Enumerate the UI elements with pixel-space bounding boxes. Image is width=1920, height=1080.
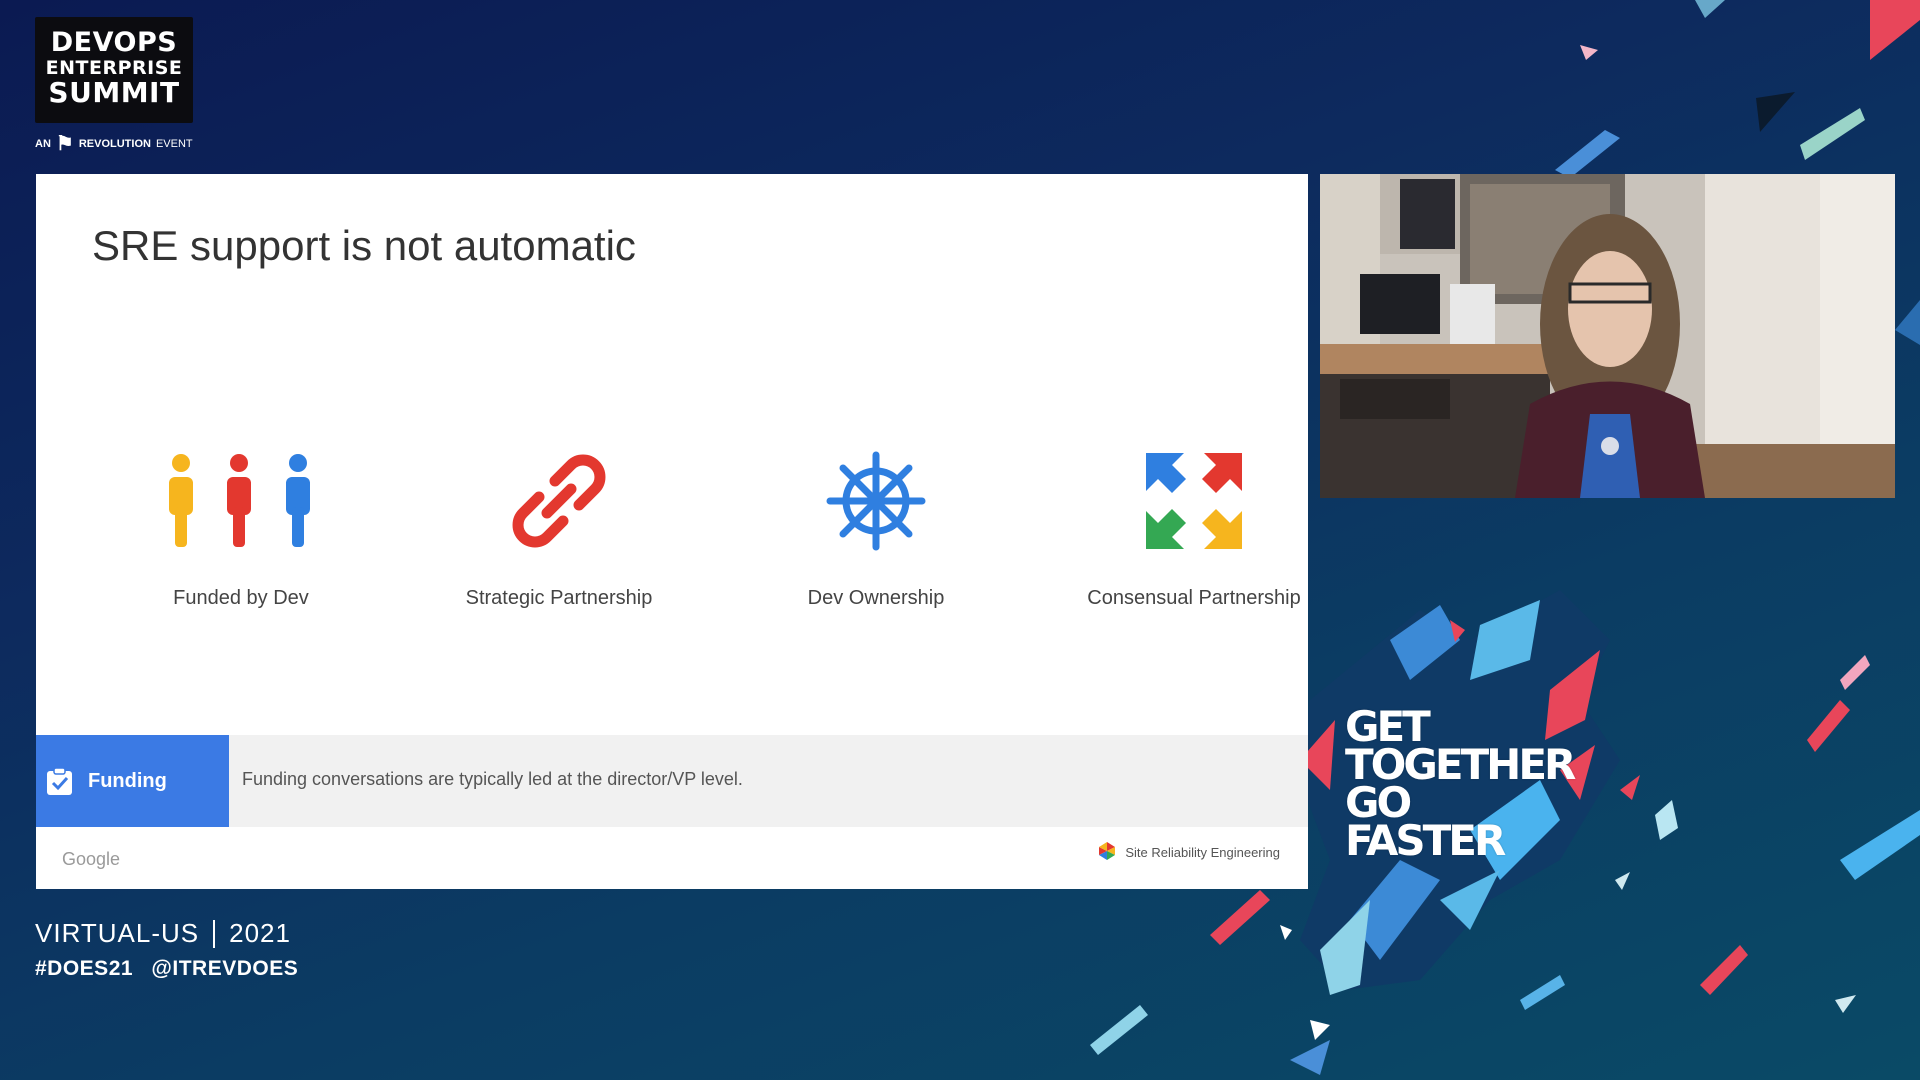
logo-sub-name: REVOLUTION: [78, 138, 151, 150]
feature-consensual-partnership: Consensual Partnership: [1044, 446, 1344, 610]
feature-label: Strategic Partnership: [465, 587, 653, 609]
logo-sub-event: EVENT: [155, 138, 193, 150]
hashtag: #DOES21: [35, 957, 134, 980]
social-tags: #DOES21 @ITREVDOES: [35, 957, 298, 981]
feature-label: Funded by Dev: [173, 587, 309, 609]
tagline-line-4: FASTER: [1345, 816, 1506, 865]
logo-subtitle: AN ⚑ REVOLUTION EVENT: [35, 134, 193, 154]
feature-dev-ownership: Dev Ownership: [726, 446, 1026, 610]
people-icon: [91, 446, 391, 556]
funding-badge: Funding: [36, 735, 229, 827]
tagline: GET TOGETHER GO FASTER: [1345, 706, 1576, 865]
feature-strategic-partnership: Strategic Partnership: [409, 446, 709, 610]
info-bar: Funding Funding conversations are typica…: [36, 735, 1308, 827]
clipboard-check-icon: [45, 766, 74, 796]
logo-sub-an: AN: [35, 138, 51, 150]
feature-funded-by-dev: Funded by Dev: [91, 446, 391, 610]
speaker-video: [1320, 174, 1895, 498]
event-info: VIRTUAL-US 2021: [35, 918, 291, 949]
event-divider: [213, 919, 216, 948]
badge-label: Funding: [88, 769, 167, 792]
presentation-slide: SRE support is not automatic Funded by D…: [36, 174, 1308, 889]
sre-logo-icon: [1097, 841, 1117, 864]
funding-note: Funding conversations are typically led …: [242, 769, 743, 789]
twitter-handle: @ITREVDOES: [151, 957, 299, 980]
ship-wheel-icon: [726, 446, 1026, 556]
feature-label: Dev Ownership: [807, 587, 945, 609]
logo-line-1: DEVOPS: [50, 27, 178, 58]
sre-footer: Site Reliability Engineering: [1097, 841, 1280, 864]
sre-footer-text: Site Reliability Engineering: [1125, 845, 1280, 860]
logo-line-2: ENTERPRISE: [45, 57, 183, 79]
arrows-icon: [1044, 446, 1344, 556]
link-icon: [409, 446, 709, 556]
logo-line-3: SUMMIT: [48, 76, 180, 109]
google-wordmark: Google: [62, 849, 121, 869]
revolution-icon: ⚑: [55, 133, 74, 155]
slide-title: SRE support is not automatic: [92, 222, 636, 269]
event-year: 2021: [229, 918, 291, 948]
event-name: VIRTUAL-US: [35, 918, 200, 948]
feature-label: Consensual Partnership: [1087, 587, 1301, 609]
devops-summit-logo: DEVOPS ENTERPRISE SUMMIT: [35, 17, 193, 123]
